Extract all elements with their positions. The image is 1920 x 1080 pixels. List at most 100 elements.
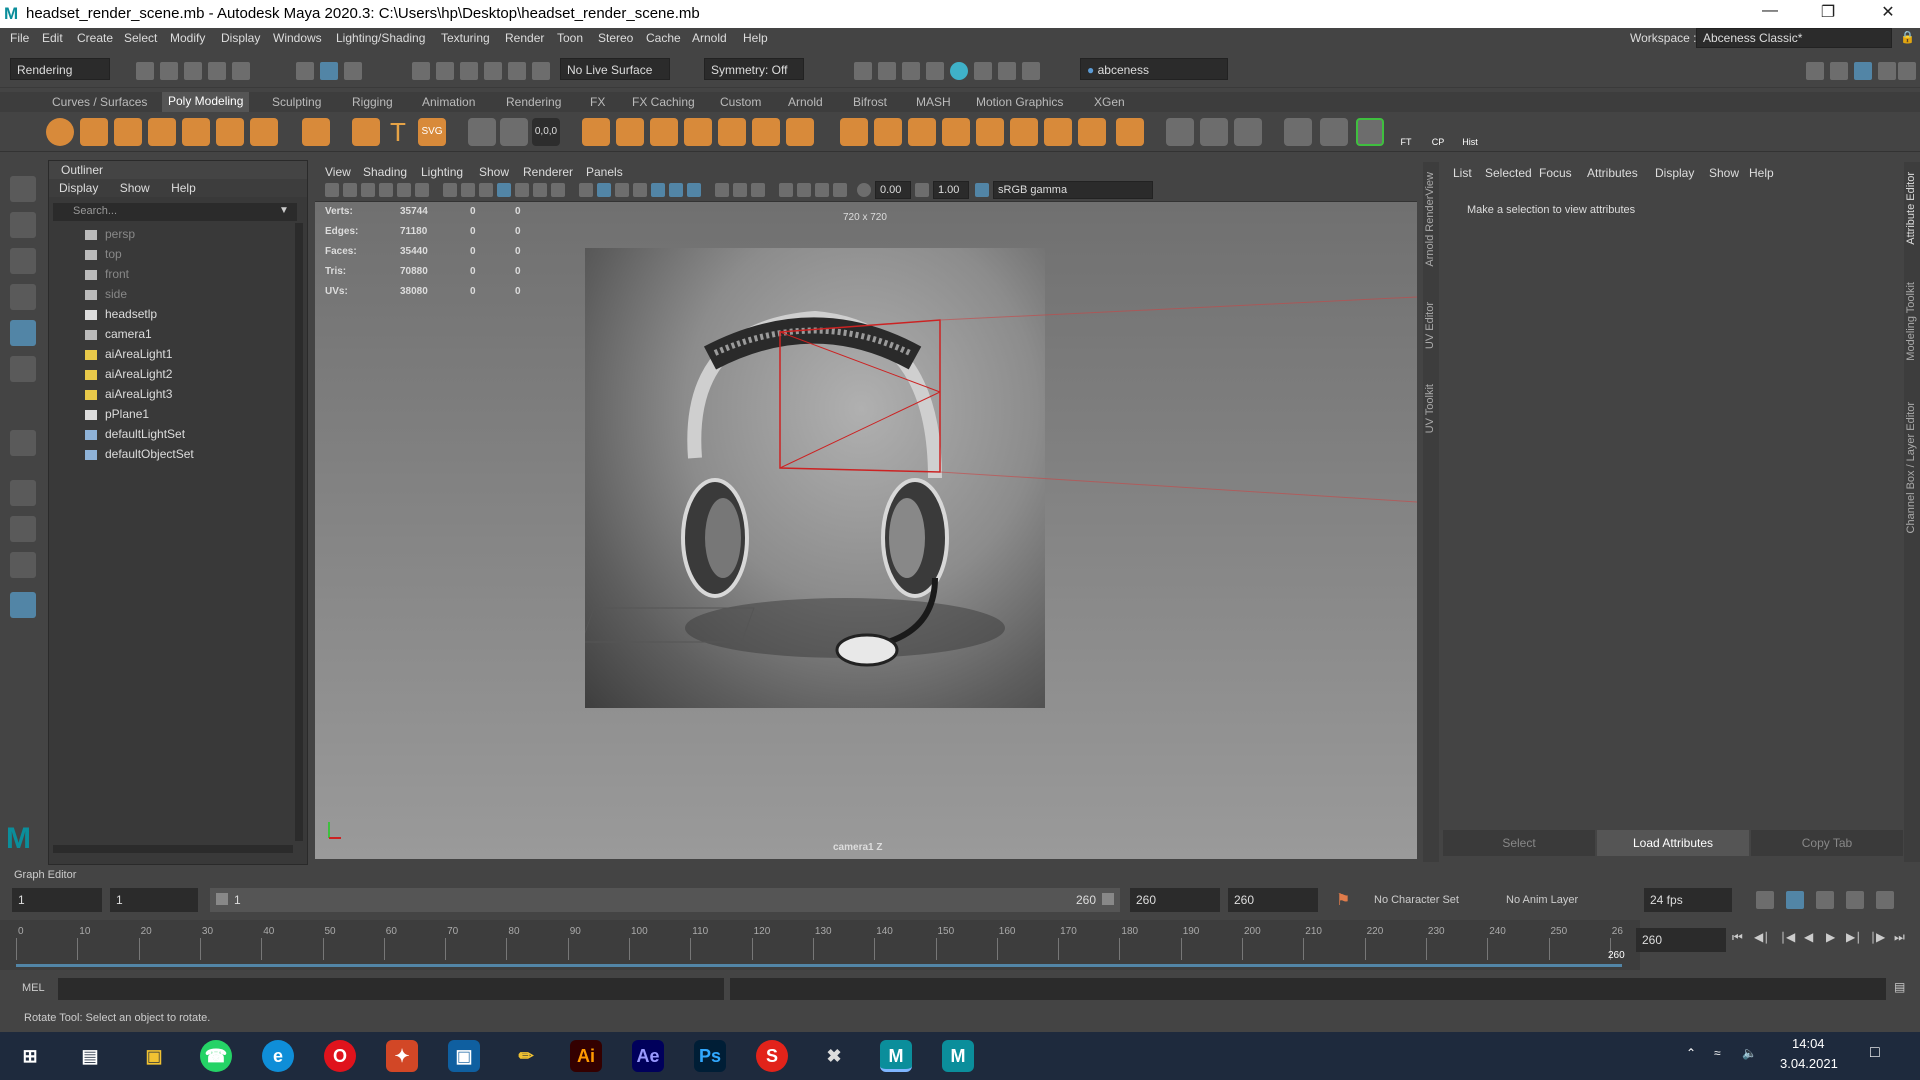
minimize-button[interactable]: — [1750,2,1790,26]
menu-cache[interactable]: Cache [646,31,681,45]
poly-disc-icon[interactable] [250,118,278,146]
layers-toggle-icon[interactable] [1898,62,1916,80]
center-pivot-button[interactable]: CP [1424,118,1452,147]
scene-end-field[interactable]: 260 [1228,888,1318,912]
close-button[interactable]: ✕ [1868,2,1908,26]
combine-icon[interactable] [468,118,496,146]
bridge-icon[interactable] [650,118,678,146]
maya-app-icon-active[interactable]: M [880,1040,912,1072]
color-management-icon[interactable] [975,183,989,197]
auto-key-icon[interactable]: ⚑ [1336,890,1350,910]
bookmark-app-icon[interactable]: ▣ [448,1040,480,1072]
menu-edit[interactable]: Edit [42,31,63,45]
smooth-shade-icon[interactable] [597,183,611,197]
clock-date[interactable]: 3.04.2021 [1780,1056,1838,1071]
outliner-item[interactable]: defaultObjectSet [105,447,194,461]
mel-input[interactable] [58,978,724,1000]
cache-playback-icon[interactable] [1786,891,1804,909]
outliner-search-input[interactable]: Search... [53,203,297,221]
outliner-item[interactable]: front [105,267,129,281]
tool-settings-toggle-icon[interactable] [1854,62,1872,80]
user-account-select[interactable]: ● abceness [1080,58,1228,80]
tab-channel-box-layer-editor[interactable]: Channel Box / Layer Editor [1905,402,1917,533]
go-to-end-icon[interactable]: ⏭ [1894,930,1905,945]
after-effects-icon[interactable]: Ae [632,1040,664,1072]
outliner-item[interactable]: persp [105,227,135,241]
shelf-tab-custom[interactable]: Custom [720,95,761,109]
outliner-item[interactable]: pPlane1 [105,407,149,421]
outliner-menu-help[interactable]: Help [171,181,196,195]
playback-end-field[interactable]: 260 [1130,888,1220,912]
step-forward-key-icon[interactable]: ▶∣ [1846,930,1861,944]
xray-joints-icon[interactable] [815,183,829,197]
ae-select-button[interactable]: Select [1443,830,1595,856]
snap-point-icon[interactable] [460,62,478,80]
two-pane-layout-icon[interactable] [10,552,36,578]
outliner-item[interactable]: aiAreaLight1 [105,347,172,361]
redo-icon[interactable] [232,62,250,80]
merge-icon[interactable] [786,118,814,146]
live-surface-field[interactable]: No Live Surface [560,58,670,80]
notifications-icon[interactable]: □ [1870,1044,1880,1062]
pause-icon[interactable] [1022,62,1040,80]
graph-editor-label[interactable]: Graph Editor [14,869,76,881]
poke-icon[interactable] [1116,118,1144,146]
render-settings-icon[interactable] [926,62,944,80]
time-slider[interactable]: 0 10 20 30 40 50 60 70 80 90 100 110 120 130 140 150 160… [0,920,1640,970]
shelf-tab-fx-caching[interactable]: FX Caching [632,95,695,109]
separate-icon[interactable] [500,118,528,146]
select-component-icon[interactable] [344,62,362,80]
ae-menu-focus[interactable]: Focus [1539,166,1572,180]
tab-uv-editor[interactable]: UV Editor [1424,302,1436,349]
menuset-select[interactable]: Rendering [10,58,110,80]
file-explorer-icon[interactable]: ▣ [138,1040,170,1072]
tab-attribute-editor[interactable]: Attribute Editor [1905,172,1917,245]
menu-windows[interactable]: Windows [273,31,322,45]
last-tool-icon[interactable] [10,430,36,456]
menu-select[interactable]: Select [124,31,157,45]
ambient-occlusion-icon[interactable] [687,183,701,197]
grease-pencil-icon[interactable] [415,183,429,197]
render-view-icon[interactable] [854,62,872,80]
outliner-item[interactable]: headsetlp [105,307,157,321]
menu-toon[interactable]: Toon [557,31,583,45]
ae-menu-help[interactable]: Help [1749,166,1774,180]
time-range-bar[interactable]: 1 260 [210,888,1120,912]
camera-select-icon[interactable] [325,183,339,197]
maya-alt-icon[interactable]: ✖ [818,1040,850,1072]
animation-prefs-icon[interactable] [1846,891,1864,909]
paint-select-tool-icon[interactable] [10,248,36,274]
shelf-tab-animation[interactable]: Animation [422,95,475,109]
uv-editor-shelf-icon[interactable] [1284,118,1312,146]
shelf-tab-motion-graphics[interactable]: Motion Graphics [976,95,1063,109]
current-frame-field[interactable]: 260 [1636,928,1726,952]
playback-start-field[interactable]: 1 [110,888,198,912]
outliner-menu-show[interactable]: Show [120,181,150,195]
menu-arnold[interactable]: Arnold [692,31,727,45]
mel-label[interactable]: MEL [22,982,45,994]
symmetry-select[interactable]: Symmetry: Off [704,58,804,80]
safe-title-icon[interactable] [551,183,565,197]
outliner-item[interactable]: side [105,287,127,301]
fps-select[interactable]: 24 fps [1644,888,1732,912]
shelf-tab-bifrost[interactable]: Bifrost [853,95,887,109]
scene-start-field[interactable]: 1 [12,888,102,912]
boolean-icon[interactable] [840,118,868,146]
poly-cube-icon[interactable] [80,118,108,146]
lock-icon[interactable]: 🔒 [1900,30,1915,44]
super-shape-icon[interactable] [352,118,380,146]
script-editor-icon[interactable]: ▤ [1894,980,1905,994]
mirror-icon[interactable] [874,118,902,146]
extrude-icon[interactable] [616,118,644,146]
append-polygon-icon[interactable] [718,118,746,146]
target-weld-icon[interactable] [942,118,970,146]
gate-mask-icon[interactable] [497,183,511,197]
step-back-frame-icon[interactable]: ◀∣ [1754,930,1769,944]
tray-chevron-icon[interactable]: ⌃ [1686,1046,1696,1060]
edge-icon[interactable]: e [262,1040,294,1072]
field-chart-icon[interactable] [515,183,529,197]
xray-components-icon[interactable] [833,183,847,197]
shelf-tab-curves-surfaces[interactable]: Curves / Surfaces [52,95,147,109]
shelf-tab-rigging[interactable]: Rigging [352,95,393,109]
move-tool-icon[interactable] [10,284,36,310]
